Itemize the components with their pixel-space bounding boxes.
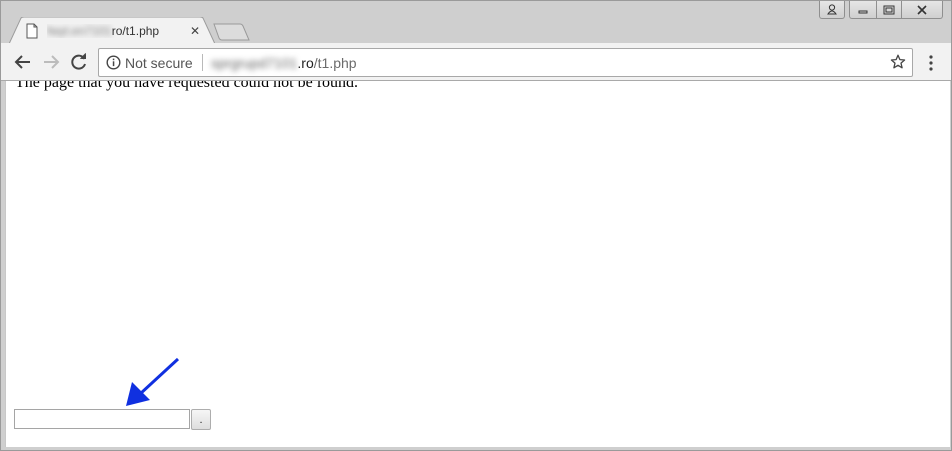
restore-icon[interactable] xyxy=(877,1,902,19)
reload-button[interactable] xyxy=(69,52,89,72)
info-icon[interactable] xyxy=(106,55,121,70)
new-tab-button[interactable] xyxy=(213,23,251,41)
tab-content[interactable]: fwyt.en7101ro/t1.php xyxy=(25,19,207,43)
page-content: The page that you have requested could n… xyxy=(5,81,950,447)
omnibox-divider xyxy=(202,54,203,71)
close-icon[interactable]: ✕ xyxy=(188,24,202,38)
url-path: /t1.php xyxy=(313,55,357,71)
reload-icon xyxy=(71,53,86,70)
back-button[interactable] xyxy=(13,52,33,72)
submit-button[interactable]: . xyxy=(191,409,211,430)
not-found-message: The page that you have requested could n… xyxy=(15,81,358,91)
address-bar[interactable]: Not secure sprgrupd7101.ro/t1.php xyxy=(98,48,913,77)
arrow-right-icon xyxy=(44,55,60,69)
forward-button[interactable] xyxy=(41,52,61,72)
bookmark-star-icon[interactable] xyxy=(890,54,906,70)
url-text[interactable]: sprgrupd7101.ro/t1.php xyxy=(211,55,357,71)
tab-title-suffix: ro/t1.php xyxy=(111,24,160,38)
browser-window: fwyt.en7101ro/t1.php ✕ Not secure sprgru… xyxy=(0,0,952,451)
security-status[interactable]: Not secure xyxy=(125,55,193,71)
minimize-icon[interactable] xyxy=(849,1,877,19)
page-icon xyxy=(26,23,38,39)
more-menu-icon[interactable] xyxy=(924,54,938,72)
text-input[interactable] xyxy=(14,409,190,429)
arrow-left-icon xyxy=(14,55,30,69)
tab-strip: fwyt.en7101ro/t1.php ✕ xyxy=(1,1,951,44)
tab-title-blurred: fwyt.en7101 xyxy=(47,24,112,38)
annotation-arrow-icon xyxy=(126,357,180,406)
user-icon[interactable] xyxy=(819,1,845,19)
close-icon[interactable] xyxy=(902,1,943,19)
window-controls xyxy=(819,1,943,19)
tab-title: fwyt.en7101ro/t1.php xyxy=(47,24,177,38)
toolbar: Not secure sprgrupd7101.ro/t1.php xyxy=(1,43,951,81)
url-host-tld: .ro xyxy=(297,55,314,71)
url-host-blurred: sprgrupd7101 xyxy=(211,55,298,71)
